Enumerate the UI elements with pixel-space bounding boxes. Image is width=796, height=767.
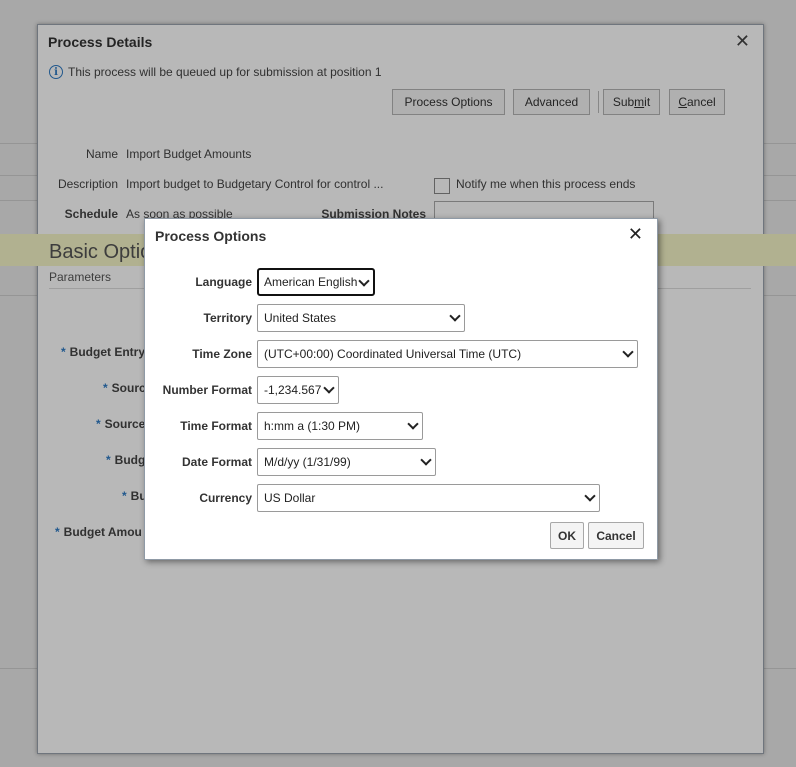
currency-select[interactable]: US Dollar: [257, 484, 600, 512]
chevron-down-icon: [449, 310, 461, 322]
date-format-label: Date Format: [181, 455, 252, 469]
number-format-label: Number Format: [162, 383, 252, 397]
territory-select[interactable]: United States: [257, 304, 465, 332]
close-icon[interactable]: ✕: [628, 224, 643, 245]
territory-value: United States: [264, 311, 337, 325]
time-format-value: h:mm a (1:30 PM): [264, 419, 361, 433]
time-format-select[interactable]: h:mm a (1:30 PM): [257, 412, 423, 440]
territory-label: Territory: [203, 311, 252, 325]
language-select[interactable]: American English: [257, 268, 375, 296]
process-options-dialog: Process Options ✕ Language American Engl…: [144, 218, 658, 560]
currency-value: US Dollar: [264, 491, 316, 505]
time-zone-select[interactable]: (UTC+00:00) Coordinated Universal Time (…: [257, 340, 638, 368]
number-format-select[interactable]: -1,234.567: [257, 376, 339, 404]
date-format-value: M/d/yy (1/31/99): [264, 455, 351, 469]
chevron-down-icon: [584, 490, 596, 502]
language-value: American English: [264, 275, 358, 289]
time-zone-label: Time Zone: [192, 347, 252, 361]
chevron-down-icon: [420, 454, 432, 466]
time-zone-row: Time Zone (UTC+00:00) Coordinated Univer…: [145, 340, 659, 368]
chevron-down-icon: [407, 418, 419, 430]
time-format-label: Time Format: [180, 419, 252, 433]
territory-row: Territory United States: [145, 304, 659, 332]
ok-button[interactable]: OK: [550, 522, 584, 549]
date-format-select[interactable]: M/d/yy (1/31/99): [257, 448, 436, 476]
chevron-down-icon: [358, 275, 370, 287]
cancel-button[interactable]: Cancel: [588, 522, 644, 549]
language-label: Language: [195, 275, 252, 289]
number-format-value: -1,234.567: [264, 383, 322, 397]
date-format-row: Date Format M/d/yy (1/31/99): [145, 448, 659, 476]
language-row: Language American English: [145, 268, 659, 296]
modal-title: Process Options: [155, 228, 267, 244]
number-format-row: Number Format -1,234.567: [145, 376, 659, 404]
currency-row: Currency US Dollar: [145, 484, 659, 512]
chevron-down-icon: [622, 346, 634, 358]
chevron-down-icon: [323, 382, 335, 394]
currency-label: Currency: [199, 491, 252, 505]
time-zone-value: (UTC+00:00) Coordinated Universal Time (…: [264, 347, 522, 361]
time-format-row: Time Format h:mm a (1:30 PM): [145, 412, 659, 440]
